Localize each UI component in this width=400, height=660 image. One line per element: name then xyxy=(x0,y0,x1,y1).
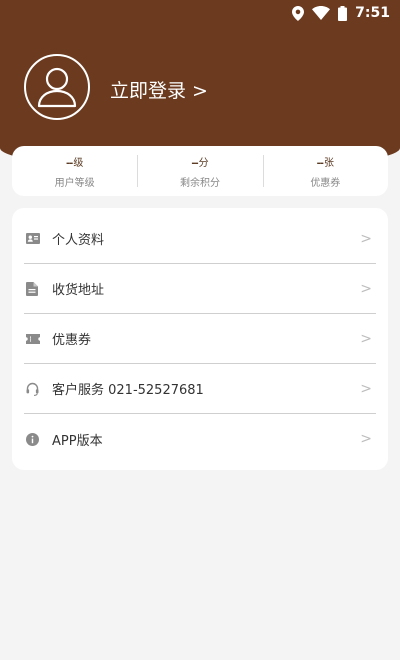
login-link[interactable]: 立即登录 > xyxy=(110,76,208,103)
stats-card: -- 级 用户等级 -- 分 剩余积分 -- 张 优惠券 xyxy=(12,146,388,196)
status-bar: 7:51 xyxy=(0,0,400,26)
profile-header: 7:51 立即登录 > xyxy=(0,0,400,170)
stat-coupons[interactable]: -- 张 优惠券 xyxy=(262,146,388,196)
document-icon xyxy=(26,281,50,296)
status-time: 7:51 xyxy=(355,5,390,21)
stat-value: -- xyxy=(191,157,198,169)
stat-points[interactable]: -- 分 剩余积分 xyxy=(137,146,262,196)
stat-unit: 分 xyxy=(198,157,209,169)
chevron-right-icon: > xyxy=(360,431,372,447)
menu-label: 收货地址 xyxy=(52,283,105,298)
stat-user-level[interactable]: -- 级 用户等级 xyxy=(12,146,137,196)
stat-value: -- xyxy=(66,157,73,169)
wifi-icon xyxy=(312,6,331,20)
menu-item-address[interactable]: 收货地址 > xyxy=(24,264,376,314)
menu-label: 个人资料 xyxy=(52,233,105,248)
ticket-icon xyxy=(26,333,50,344)
menu-card: 个人资料 > 收货地址 > 优惠券 > 客户服务 021-52527681 > xyxy=(12,208,388,470)
menu-label: 客户服务 021-52527681 xyxy=(52,383,204,398)
stat-label: 剩余积分 xyxy=(179,177,220,189)
id-card-icon xyxy=(26,233,50,244)
location-icon xyxy=(292,5,305,21)
menu-item-coupons[interactable]: 优惠券 > xyxy=(24,314,376,364)
menu-item-profile[interactable]: 个人资料 > xyxy=(24,214,376,264)
stat-value: -- xyxy=(316,157,324,169)
headset-icon xyxy=(26,382,50,396)
chevron-right-icon: > xyxy=(360,330,372,347)
stat-label: 用户等级 xyxy=(54,177,95,189)
avatar[interactable] xyxy=(24,54,90,120)
menu-item-customer-service[interactable]: 客户服务 021-52527681 > xyxy=(24,364,376,414)
menu-label: APP版本 xyxy=(52,433,103,449)
menu-label: 优惠券 xyxy=(52,333,92,348)
stat-unit: 张 xyxy=(323,157,334,169)
battery-icon xyxy=(338,5,348,21)
info-icon xyxy=(26,432,50,446)
menu-item-app-version[interactable]: APP版本 > xyxy=(24,414,376,464)
profile-screen: 7:51 立即登录 > -- 级 用户等级 -- 分 剩余积分 -- 张 优惠券… xyxy=(0,0,400,660)
login-label[interactable]: 立即登录 > xyxy=(110,76,208,103)
stat-unit: 级 xyxy=(73,157,84,169)
chevron-right-icon: > xyxy=(360,230,372,247)
stat-label: 优惠券 xyxy=(310,177,341,189)
chevron-right-icon: > xyxy=(360,280,372,297)
chevron-right-icon: > xyxy=(360,380,372,397)
user-avatar-icon xyxy=(37,67,77,108)
